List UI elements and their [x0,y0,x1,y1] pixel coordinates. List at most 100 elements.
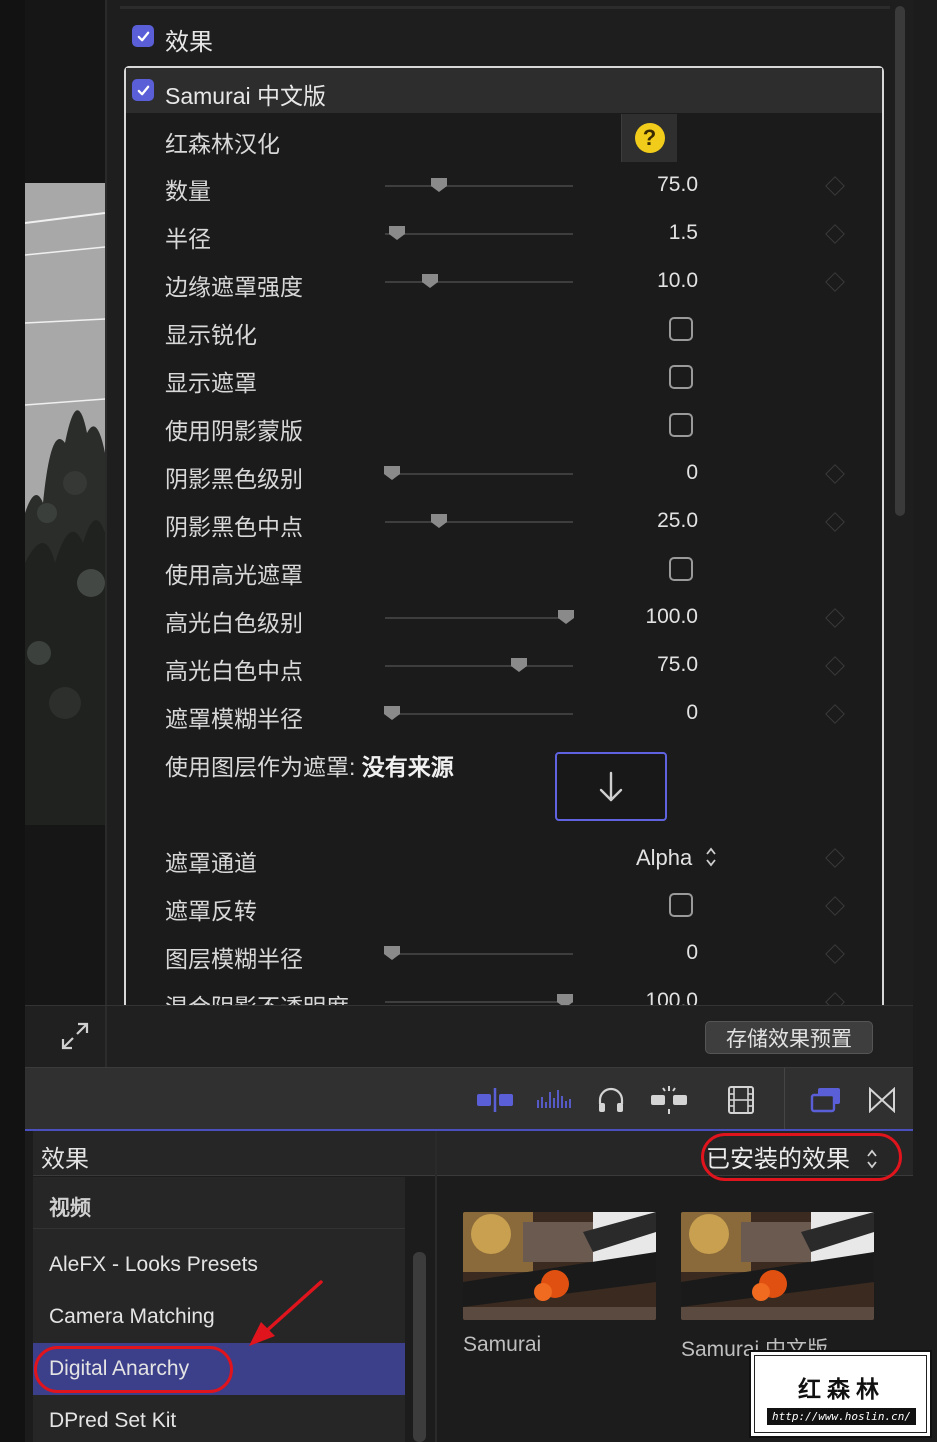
clip-skimming-icon[interactable] [650,1085,688,1115]
param-checkbox[interactable] [669,557,693,581]
category-group-video[interactable]: 视频 [33,1181,405,1233]
slider-knob-icon[interactable] [430,513,448,529]
effects-sidebar-header [33,1131,435,1176]
effect-thumbnail-samurai-cn[interactable] [681,1212,874,1320]
param-value[interactable]: 75.0 [578,173,698,197]
param-label: 数量 [165,178,211,204]
keyframe-diamond-icon[interactable] [825,992,845,1005]
blend-row-clip: 混合阴影不透明度 100.0 [126,985,882,1005]
param-label: 使用阴影蒙版 [165,418,303,444]
list-item[interactable]: AleFX - Looks Presets [33,1239,405,1291]
slider-knob-icon[interactable] [510,657,528,673]
param-value[interactable]: 100.0 [578,605,698,629]
param-checkbox[interactable] [669,317,693,341]
mask-channel-value: Alpha [636,845,693,870]
annotation-oval [34,1346,233,1393]
param-label: 显示遮罩 [165,370,257,396]
list-separator [33,1228,405,1229]
mask-invert-label: 遮罩反转 [165,898,257,924]
effect-enable-checkbox[interactable] [132,79,154,101]
param-slider-track[interactable] [385,665,573,667]
transitions-browser-icon[interactable] [868,1087,896,1113]
mask-channel-label: 遮罩通道 [165,850,257,876]
param-slider-track[interactable] [385,281,573,283]
param-value[interactable]: 10.0 [578,269,698,293]
annotation-arrow-icon [249,1280,323,1346]
slider-knob-icon[interactable] [421,273,439,289]
param-slider-track[interactable] [385,617,573,619]
param-label: 遮罩模糊半径 [165,706,303,732]
slider-knob-icon[interactable] [556,993,574,1005]
inspector-scrollbar[interactable] [895,6,905,516]
audio-waveform-icon[interactable] [536,1088,572,1112]
mask-invert-checkbox[interactable] [669,893,693,917]
param-checkbox[interactable] [669,413,693,437]
blend-opacity-value[interactable]: 100.0 [578,989,698,1005]
save-effects-preset-button[interactable]: 存储效果预置 [705,1021,873,1054]
clip-connect-icon[interactable] [476,1087,514,1113]
toolbar-separator [784,1068,785,1129]
filmstrip-icon[interactable] [727,1085,755,1115]
layer-blur-slider-track[interactable] [385,953,573,955]
param-label: 显示锐化 [165,322,257,348]
layer-mask-source: 没有来源 [361,754,454,780]
samurai-sword-thumbnail [681,1212,874,1320]
param-label: 半径 [165,226,211,252]
fullscreen-expand-icon[interactable] [60,1021,90,1051]
blend-slider-track[interactable] [385,1001,573,1003]
effect-thumbnail-samurai[interactable] [463,1212,656,1320]
help-button[interactable]: ? [621,114,677,162]
inspector-top-rule [120,6,890,9]
param-value[interactable]: 25.0 [578,509,698,533]
slider-knob-icon[interactable] [383,945,401,961]
effects-category-list: 视频 AleFX - Looks Presets Camera Matching… [33,1177,405,1442]
watermark-url: http://www.hoslin.cn/ [767,1408,916,1425]
slider-knob-icon[interactable] [388,225,406,241]
slider-knob-icon[interactable] [557,609,575,625]
layer-mask-label: 使用图层作为遮罩: 没有来源 [165,748,454,782]
param-label: 高光白色级别 [165,610,303,636]
param-value[interactable]: 75.0 [578,653,698,677]
watermark-frame: 红森林 http://www.hoslin.cn/ [754,1355,927,1433]
slider-knob-icon[interactable] [430,177,448,193]
param-label: 阴影黑色中点 [165,514,303,540]
param-slider-track[interactable] [385,185,573,187]
mask-channel-popup[interactable]: Alpha [636,845,718,871]
param-slider-track[interactable] [385,233,573,235]
param-value[interactable]: 1.5 [578,221,698,245]
slider-knob-icon[interactable] [383,705,401,721]
param-slider-track[interactable] [385,521,573,523]
viewer-preview-image [25,183,105,825]
list-item[interactable]: DPred Set Kit [33,1395,405,1442]
arrow-down-icon [599,771,623,801]
blend-opacity-label: 混合阴影不透明度 [165,988,349,1005]
param-slider-track[interactable] [385,473,573,475]
checkmark-icon [137,85,149,95]
list-item[interactable]: Camera Matching [33,1291,405,1343]
effects-section-checkbox[interactable] [132,25,154,47]
effect-thumbnail-label: Samurai [463,1333,542,1356]
browser-toolbar [25,1067,913,1129]
credit-label: 红森林汉化 [165,131,280,157]
param-slider-track[interactable] [385,713,573,715]
sidebar-scrollbar[interactable] [413,1252,426,1442]
effect-name: Samurai 中文版 [165,83,327,109]
layer-drop-well[interactable] [555,752,667,821]
param-label: 边缘遮罩强度 [165,274,303,300]
headphones-icon[interactable] [597,1086,625,1114]
layer-blur-label: 图层模糊半径 [165,946,303,972]
layer-mask-label-text: 使用图层作为遮罩: [165,754,356,780]
param-value[interactable]: 0 [578,701,698,725]
bottom-bar-divider [105,1006,107,1067]
question-mark-icon: ? [634,123,665,153]
watermark-title: 红森林 [798,1376,885,1403]
slider-knob-icon[interactable] [383,465,401,481]
param-checkbox[interactable] [669,365,693,389]
param-label: 使用高光遮罩 [165,562,303,588]
effects-browser-icon[interactable] [810,1086,842,1114]
layer-blur-value[interactable]: 0 [578,941,698,965]
browser-divider [435,1131,437,1442]
param-value[interactable]: 0 [578,461,698,485]
param-label: 高光白色中点 [165,658,303,684]
left-edge-strip [0,0,25,1442]
